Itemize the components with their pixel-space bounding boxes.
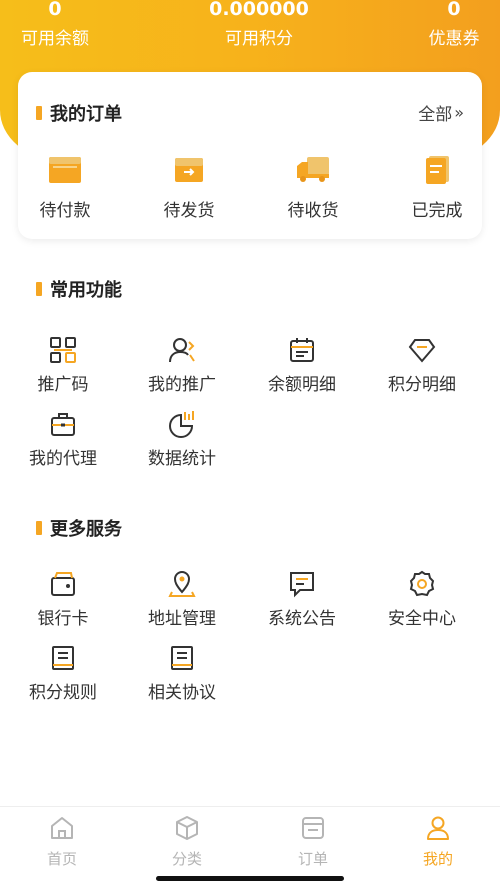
diamond-icon [408,339,436,363]
balance-label: 可用余额 [21,29,89,49]
calendar-detail-icon [290,338,314,362]
tab-mine-label: 我的 [422,850,453,868]
bank-card-label: 银行卡 [37,609,89,629]
truck-icon [297,157,329,182]
tab-orders-label: 订单 [297,850,328,868]
title-accent-bar [36,106,42,120]
points-label: 可用积分 [225,29,293,49]
my-agent-item[interactable]: 我的代理 [8,410,118,469]
order-pending-payment[interactable]: 待付款 [20,154,110,221]
balance-value: 0 [48,0,62,20]
points-rules-label: 积分规则 [29,683,97,703]
rules-document-icon [52,646,74,670]
points-detail-label: 积分明细 [388,375,456,395]
gear-shield-icon [409,570,435,597]
tab-category[interactable]: 分类 [147,815,227,869]
my-promotion-item[interactable]: 我的推广 [127,336,237,395]
my-orders-card: 我的订单 全部 » 待付款 待发货 待收货 已完成 [18,72,482,239]
tab-category-label: 分类 [171,850,202,868]
data-statistics-label: 数据统计 [148,449,216,469]
order-completed-label: 已完成 [411,201,463,221]
order-completed[interactable]: 已完成 [392,154,482,221]
bank-card-icon [51,572,75,596]
system-announcement-item[interactable]: 系统公告 [247,570,357,629]
tab-mine[interactable]: 我的 [398,815,478,869]
related-agreement-label: 相关协议 [148,683,216,703]
my-promotion-label: 我的推广 [148,375,216,395]
tab-home[interactable]: 首页 [22,815,102,869]
data-statistics-item[interactable]: 数据统计 [127,410,237,469]
points-stat[interactable]: 0.000000 可用积分 [199,0,319,50]
security-center-label: 安全中心 [388,609,456,629]
briefcase-icon [51,413,75,436]
address-management-label: 地址管理 [148,609,216,629]
address-management-item[interactable]: 地址管理 [127,570,237,629]
security-center-item[interactable]: 安全中心 [367,570,477,629]
announcement-icon [290,572,314,598]
wallet-icon [49,157,81,183]
balance-stat[interactable]: 0 可用余额 [0,0,115,50]
home-icon [51,817,73,839]
double-chevron-right-icon: » [454,103,464,122]
completed-note-icon [426,156,449,184]
common-functions-title-text: 常用功能 [50,280,122,301]
title-accent-bar [36,282,42,296]
tab-orders[interactable]: 订单 [273,815,353,869]
coupon-value: 0 [447,0,461,20]
coupon-label: 优惠券 [428,29,480,49]
my-orders-title-text: 我的订单 [50,104,122,125]
order-pending-shipment[interactable]: 待发货 [144,154,234,221]
points-detail-item[interactable]: 积分明细 [367,336,477,395]
promo-code-item[interactable]: 推广码 [8,336,118,395]
location-pin-icon [168,571,196,597]
related-agreement-item[interactable]: 相关协议 [127,644,237,703]
promo-code-label: 推广码 [37,375,89,395]
shipping-box-icon [175,158,203,182]
account-stats: 0 可用余额 0.000000 可用积分 0 优惠券 [0,0,500,70]
my-agent-label: 我的代理 [29,449,97,469]
tab-home-label: 首页 [46,850,77,868]
my-orders-title: 我的订单 [36,100,122,126]
pie-chart-icon [169,411,194,438]
bank-card-item[interactable]: 银行卡 [8,570,118,629]
qr-code-icon [50,337,76,363]
view-all-orders-link[interactable]: 全部 » [418,100,464,125]
system-announcement-label: 系统公告 [268,609,336,629]
order-pending-payment-label: 待付款 [39,201,91,221]
user-promo-icon [169,338,195,363]
order-pending-receipt[interactable]: 待收货 [268,154,358,221]
order-pending-receipt-label: 待收货 [287,201,339,221]
order-pending-shipment-label: 待发货 [163,201,215,221]
balance-detail-label: 余额明细 [268,375,336,395]
balance-detail-item[interactable]: 余额明细 [247,336,357,395]
home-indicator[interactable] [156,876,344,881]
title-accent-bar [36,521,42,535]
coupon-stat[interactable]: 0 优惠券 [394,0,500,50]
more-services-title: 更多服务 [36,515,122,541]
person-icon [427,816,449,840]
cube-icon [176,816,198,840]
common-functions-title: 常用功能 [36,276,122,302]
more-services-title-text: 更多服务 [50,519,122,540]
points-value: 0.000000 [209,0,309,20]
points-rules-item[interactable]: 积分规则 [8,644,118,703]
order-list-icon [302,817,324,839]
agreement-document-icon [171,646,193,670]
view-all-label: 全部 [418,105,453,125]
